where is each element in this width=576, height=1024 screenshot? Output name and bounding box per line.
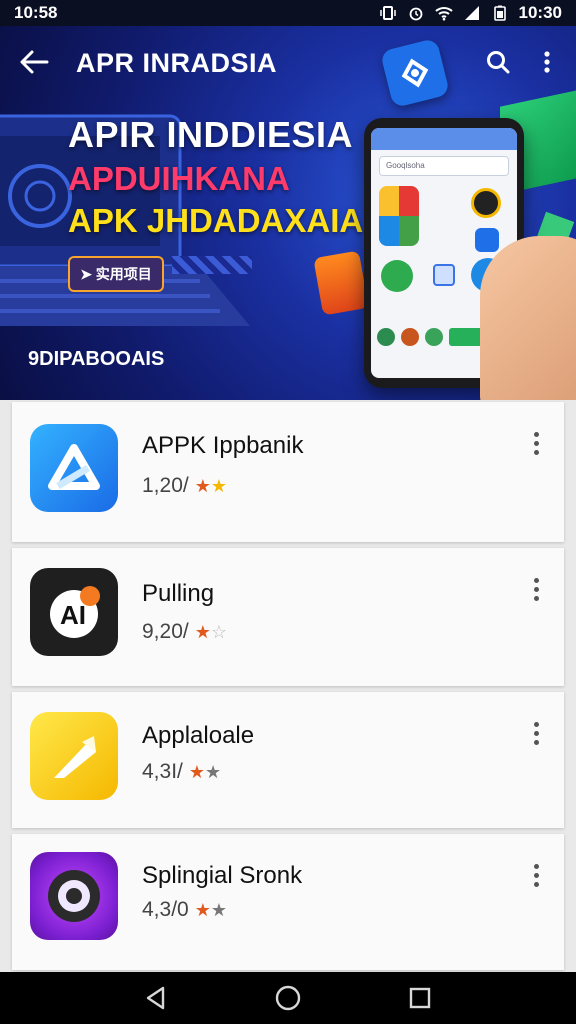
nav-home-button[interactable] (264, 976, 312, 1020)
battery-icon (491, 4, 509, 22)
app-downloads: 1,20/ (142, 474, 189, 497)
item-menu-button[interactable] (524, 718, 548, 748)
top-app-bar: APR INRADSIA (0, 26, 576, 96)
item-menu-button[interactable] (524, 860, 548, 890)
search-button[interactable] (478, 42, 518, 82)
app-meta: 4,3I/ ★★ (142, 760, 221, 784)
alarm-icon (407, 4, 425, 22)
square-recents-icon (409, 987, 431, 1009)
svg-text:AI: AI (60, 600, 86, 630)
search-icon (487, 51, 510, 74)
app-downloads: 9,20/ (142, 620, 189, 643)
phone-search-field: Gooqlsoha (379, 156, 509, 176)
phone-app-green-icon (381, 260, 413, 292)
rating-stars: ★☆ (194, 621, 227, 642)
app-meta: 4,3/0 ★★ (142, 898, 227, 922)
status-icons: 10:30 (379, 3, 562, 23)
back-arrow-icon (20, 50, 49, 74)
more-vertical-icon (544, 51, 550, 73)
status-time: 10:58 (14, 3, 58, 22)
rating-stars: ★★ (188, 761, 222, 782)
app-icon-ai-badge: AI (30, 568, 118, 656)
app-name: Pulling (142, 580, 215, 607)
rating-stars: ★★ (194, 475, 227, 496)
app-meta: 1,20/ ★★ (142, 474, 227, 498)
banner-cta-button[interactable]: ➤ 实用项目 (68, 256, 164, 292)
item-menu-button[interactable] (524, 574, 548, 604)
app-name: Applaloale (142, 722, 255, 749)
banner-headline-1: APIR INDDIESIA (68, 114, 354, 155)
list-item[interactable]: AI Pulling 9,20/ ★☆ (12, 548, 564, 686)
triangle-back-icon (146, 986, 165, 1010)
system-nav-bar (0, 972, 576, 1024)
signal-icon (463, 4, 481, 22)
decorative-orange-app-icon (313, 250, 369, 316)
app-name: APPK Ippbanik (142, 432, 304, 459)
list-item[interactable]: Splingial Sronk 4,3/0 ★★ (12, 834, 564, 970)
circle-home-icon (275, 985, 301, 1011)
hand-illustration (480, 236, 576, 400)
nav-back-button[interactable] (132, 976, 180, 1020)
app-icon-yellow-arrow (30, 712, 118, 800)
hero-banner: APR INRADSIA APIR INDDIESIA APDUIHKANA A… (0, 26, 576, 400)
banner-headline-3: APK JHDADAXAIA (68, 202, 364, 239)
status-bar: 10:58 10:30 (0, 0, 576, 26)
banner-tagline: 9DIPABOOAIS (28, 348, 165, 370)
phone-app-avatar-icon (471, 188, 501, 218)
banner-headline-2: APDUIHKANA (68, 160, 290, 197)
vibrate-icon (379, 4, 397, 22)
nav-recents-button[interactable] (396, 976, 444, 1020)
app-icon-purple-gear (30, 852, 118, 940)
decorative-stripe (172, 256, 252, 274)
status-clock: 10:30 (518, 3, 562, 22)
list-item[interactable]: Applaloale 4,3I/ ★★ (12, 692, 564, 828)
back-button[interactable] (14, 42, 54, 82)
app-icon-blue-chevron (30, 424, 118, 512)
phone-app-small-icon (433, 264, 455, 286)
wifi-icon (434, 4, 453, 22)
item-menu-button[interactable] (524, 428, 548, 458)
app-downloads: 4,3/0 (142, 898, 189, 921)
list-item[interactable]: APPK Ippbanik 1,20/ ★★ (12, 402, 564, 542)
app-downloads: 4,3I/ (142, 760, 183, 783)
phone-screen-header (371, 128, 517, 150)
app-name: Splingial Sronk (142, 862, 303, 889)
app-bar-title: APR INRADSIA (76, 48, 278, 78)
rating-stars: ★★ (194, 899, 227, 920)
app-meta: 9,20/ ★☆ (142, 620, 227, 644)
phone-app-google-icon (379, 186, 419, 246)
phone-app-blue-icon (475, 228, 499, 252)
overflow-menu-button[interactable] (532, 42, 562, 82)
